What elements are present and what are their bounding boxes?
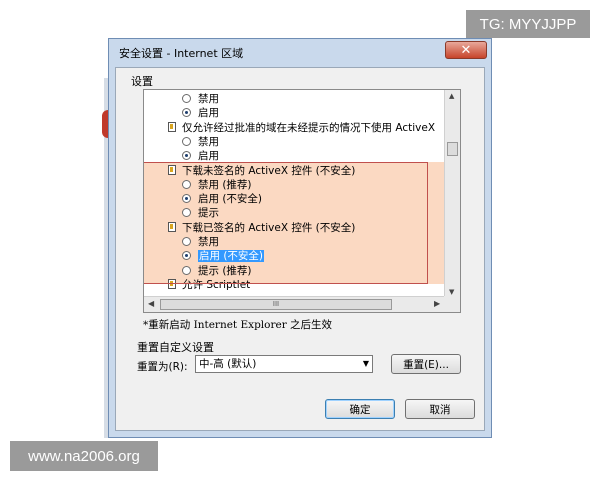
hscroll-thumb[interactable]: III [160, 299, 392, 310]
radio-unchecked-icon[interactable] [182, 265, 191, 275]
security-settings-dialog: 安全设置 - Internet 区域 ✕ 设置 禁用 启用 仅允许经过批准的域在未经… [108, 38, 492, 438]
restart-note: *重新启动 Internet Explorer 之后生效 [143, 319, 333, 331]
setting-doc-icon [168, 278, 176, 289]
scroll-left-icon[interactable]: ◀ [148, 299, 154, 308]
reset-to-label: 重置为(R): [137, 361, 188, 373]
title-bar[interactable]: 安全设置 - Internet 区域 ✕ [109, 39, 491, 65]
setting-option[interactable]: 启用 (不安全) [182, 192, 262, 206]
setting-text: 下载未签名的 ActiveX 控件 (不安全) [182, 164, 356, 177]
setting-option[interactable]: 启用 [182, 149, 219, 163]
ok-button[interactable]: 确定 [325, 399, 395, 419]
custom-settings-group-title: 重置自定义设置 [137, 341, 214, 354]
radio-checked-icon[interactable] [182, 151, 191, 161]
radio-checked-icon[interactable] [182, 108, 191, 118]
setting-text: 允许 Scriptlet [182, 278, 251, 291]
reset-level-select[interactable]: 中-高 (默认) ▼ [195, 355, 373, 373]
setting-text: 禁用 [198, 93, 219, 105]
setting-text: 启用 [198, 150, 219, 163]
scroll-up-icon[interactable]: ▲ [449, 92, 454, 100]
settings-label: 设置 [131, 75, 153, 88]
setting-text: 启用 (不安全) [198, 250, 265, 263]
setting-doc-icon [168, 121, 176, 132]
setting-option[interactable]: 启用 (不安全) [182, 249, 265, 263]
setting-category[interactable]: 下载未签名的 ActiveX 控件 (不安全) [168, 164, 355, 178]
setting-text: 提示 (推荐) [198, 264, 252, 277]
setting-option[interactable]: 禁用 [182, 135, 219, 149]
radio-unchecked-icon[interactable] [182, 136, 191, 146]
radio-checked-icon[interactable] [182, 194, 191, 204]
setting-option[interactable]: 禁用 [182, 92, 219, 106]
radio-unchecked-icon[interactable] [182, 94, 191, 103]
setting-option[interactable]: 提示 [182, 206, 219, 220]
radio-unchecked-icon[interactable] [182, 179, 191, 189]
scrollbar-corner [444, 296, 460, 312]
watermark-site: www.na2006.org [10, 441, 158, 471]
radio-unchecked-icon[interactable] [182, 208, 191, 218]
setting-category[interactable]: 下载已签名的 ActiveX 控件 (不安全) [168, 221, 355, 235]
setting-option[interactable]: 禁用 [182, 235, 219, 249]
scroll-thumb[interactable] [447, 142, 458, 156]
horizontal-scrollbar[interactable]: ◀ III ▶ [144, 296, 446, 312]
setting-option[interactable]: 禁用 (推荐) [182, 178, 252, 192]
radio-unchecked-icon[interactable] [182, 237, 191, 246]
setting-text: 提示 [198, 207, 219, 220]
setting-doc-icon [168, 221, 176, 232]
chevron-down-icon[interactable]: ▼ [363, 356, 369, 372]
watermark-tg: TG: MYYJJPP [466, 10, 590, 38]
setting-text: 禁用 [198, 236, 219, 248]
setting-option[interactable]: 提示 (推荐) [182, 264, 252, 278]
close-icon: ✕ [460, 42, 472, 58]
setting-category[interactable]: 允许 Scriptlet [168, 278, 250, 292]
setting-text: 禁用 [198, 135, 219, 148]
dialog-title: 安全设置 - Internet 区域 [119, 47, 244, 60]
setting-doc-icon [168, 164, 176, 175]
setting-text: 启用 (不安全) [198, 193, 263, 206]
close-button[interactable]: ✕ [445, 41, 487, 59]
settings-listbox[interactable]: 禁用 启用 仅允许经过批准的域在未经提示的情况下使用 ActiveX 禁用 启用 下载未签… [143, 89, 461, 313]
vertical-scrollbar[interactable]: ▲ ▼ [444, 90, 460, 298]
radio-checked-icon[interactable] [182, 251, 191, 261]
scroll-down-icon[interactable]: ▼ [449, 288, 454, 296]
setting-text: 禁用 (推荐) [198, 178, 252, 191]
setting-text: 仅允许经过批准的域在未经提示的情况下使用 ActiveX [182, 121, 436, 134]
settings-list: 禁用 启用 仅允许经过批准的域在未经提示的情况下使用 ActiveX 禁用 启用 下载未签… [144, 90, 446, 298]
setting-text: 启用 [198, 107, 219, 120]
scroll-right-icon[interactable]: ▶ [434, 299, 440, 308]
setting-category[interactable]: 仅允许经过批准的域在未经提示的情况下使用 ActiveX [168, 121, 435, 135]
setting-text: 下载已签名的 ActiveX 控件 (不安全) [182, 221, 356, 234]
cancel-button[interactable]: 取消 [405, 399, 475, 419]
reset-button[interactable]: 重置(E)... [391, 354, 461, 374]
reset-level-value: 中-高 (默认) [199, 358, 257, 370]
setting-option[interactable]: 启用 [182, 106, 219, 120]
